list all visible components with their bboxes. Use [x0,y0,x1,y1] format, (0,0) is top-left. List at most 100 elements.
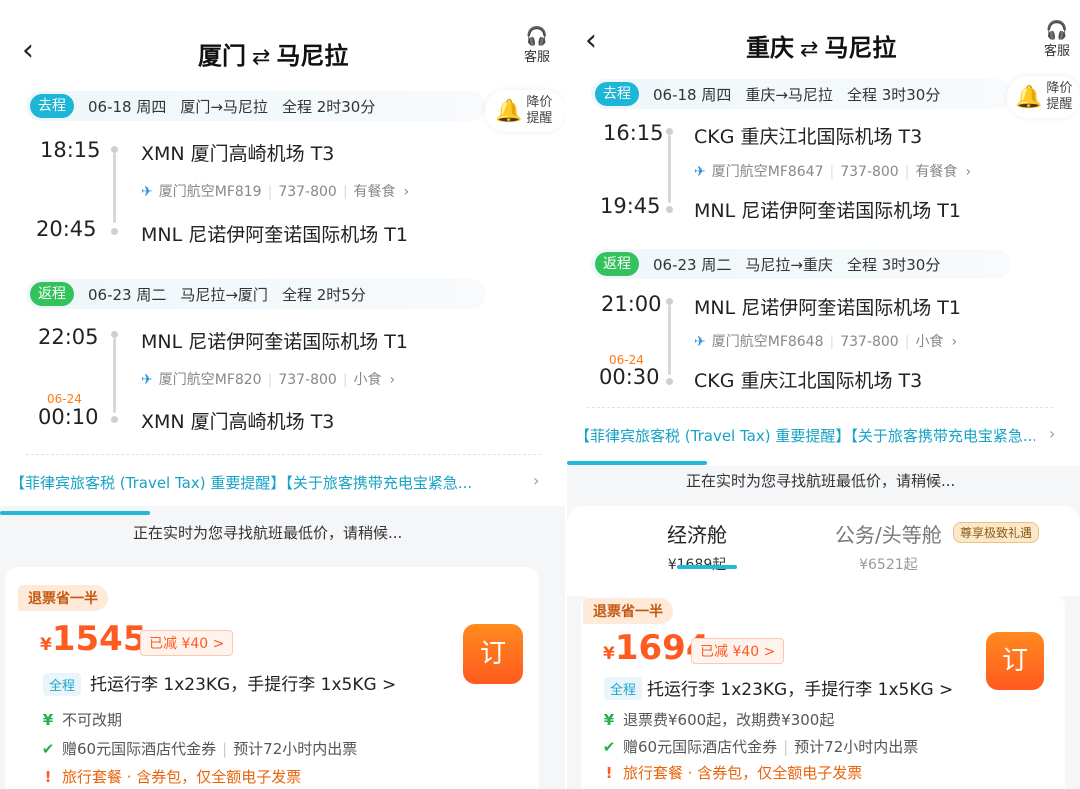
economy-price: ¥1689起 [667,554,727,574]
outbound-flight-info[interactable]: ✈ 厦门航空MF8647 | 737-800 | 有餐食 › [694,161,971,181]
return-arrival-airport: CKG 重庆江北国际机场 T3 [694,370,923,392]
outbound-arrival-time: 19:45 [600,194,661,218]
voucher-rule: ✔ 赠60元国际酒店代金券 | 预计72小时内出票 [602,738,919,756]
timeline-line [113,153,116,223]
back-icon[interactable]: ‹ [22,36,34,66]
price-alert-line1: 降价 [1046,81,1073,96]
return-segment-bar: 返程 06-23 周二 马尼拉→重庆 全程 3时30分 [591,249,1011,279]
flight-number: 厦门航空MF819 [158,184,262,200]
travel-tax-notice[interactable]: 【菲律宾旅客税 (Travel Tax) 重要提醒】【关于旅客携带充电宝紧急..… [10,472,520,493]
aircraft-type: 737-800 [278,184,337,200]
customer-service-button[interactable]: 🎧 客服 [1044,20,1070,60]
return-flight-info[interactable]: ✈ 厦门航空MF820 | 737-800 | 小食 › [141,369,395,389]
price-alert-button[interactable]: 🔔 降价 提醒 [485,90,565,132]
page-title: 重庆 ⇄ 马尼拉 [746,28,896,63]
return-arrival-time: 00:10 [38,405,99,429]
return-departure-airport: MNL 尼诺伊阿奎诺国际机场 T1 [694,297,961,319]
change-rule: ¥ 不可改期 [40,709,122,730]
price-alert-line2: 提醒 [1046,97,1073,112]
chevron-right-icon: › [951,334,958,350]
alert-icon: ! [44,768,52,786]
customer-service-button[interactable]: 🎧 客服 [524,28,551,66]
outbound-segment-bar: 去程 06-18 周四 厦门→马尼拉 全程 2时30分 [26,91,486,121]
timeline-dot [111,331,118,338]
airline-logo-icon: ✈ [694,334,706,350]
yen-icon: ¥ [42,711,54,729]
return-departure-airport: MNL 尼诺伊阿奎诺国际机场 T1 [141,331,408,353]
package-rule: ! 旅行套餐 · 含券包，仅全额电子发票 [40,766,302,787]
package-text: 旅行套餐 · 含券包，仅全额电子发票 [623,764,863,782]
discount-tag[interactable]: 已减 ¥40 > [140,630,234,656]
check-icon: ✔ [602,738,616,756]
yen-icon: ¥ [603,711,615,729]
meal-info: 有餐食 [353,184,396,200]
book-button[interactable]: 订 [463,624,523,684]
aircraft-type: 737-800 [840,164,899,180]
page-title: 厦门 ⇄ 马尼拉 [198,36,348,71]
book-button[interactable]: 订 [986,632,1044,690]
voucher-text: 赠60元国际酒店代金券 [623,738,778,756]
destination-city: 马尼拉 [824,34,897,62]
aircraft-type: 737-800 [278,372,337,388]
headset-icon: 🎧 [1045,20,1069,41]
chevron-right-icon[interactable]: › [1049,424,1055,443]
refund-rule-text: 退票费¥600起，改期费¥300起 [623,711,835,729]
outbound-arrival-airport: MNL 尼诺伊阿奎诺国际机场 T1 [141,224,408,246]
discount-tag[interactable]: 已减 ¥40 > [691,638,785,664]
back-icon[interactable]: ‹ [585,26,597,56]
tab-business-first[interactable]: 公务/头等舱 ¥6521起 [835,519,942,574]
outbound-route: 厦门→马尼拉 [180,97,268,116]
return-arrival-time: 00:30 [599,365,660,389]
refund-badge: 退票省一半 [18,585,108,611]
refund-rule: ¥ 退票费¥600起，改期费¥300起 [601,709,835,730]
search-progress-bar [0,511,150,515]
return-route: 马尼拉→重庆 [745,255,833,274]
baggage-info[interactable]: 托运行李 1x23KG，手提行李 1x5KG > [90,670,396,695]
return-departure-time: 22:05 [38,325,99,349]
price-alert-line1: 降价 [526,95,553,110]
flight-details-area [567,0,1080,466]
chevron-right-icon[interactable]: › [533,471,539,490]
divider [26,454,541,455]
timeline-line [668,135,671,203]
price-alert-button[interactable]: 🔔 降价 提醒 [1007,76,1080,118]
economy-label: 经济舱 [667,523,727,547]
destination-city: 马尼拉 [276,42,349,70]
travel-tax-notice[interactable]: 【菲律宾旅客税 (Travel Tax) 重要提醒】【关于旅客携带充电宝紧急..… [575,425,1035,446]
timeline-dot [666,378,673,385]
price-alert-line2: 提醒 [526,111,553,126]
change-rule-text: 不可改期 [62,711,123,729]
timeline-dot [111,416,118,423]
full-trip-tag: 全程 [43,673,82,696]
flight-number: 厦门航空MF820 [158,372,262,388]
outbound-route: 重庆→马尼拉 [745,85,833,104]
package-rule: ! 旅行套餐 · 含券包，仅全额电子发票 [601,762,863,783]
flight-number: 厦门航空MF8647 [711,164,824,180]
airline-logo-icon: ✈ [141,184,153,200]
full-trip-tag: 全程 [604,677,643,700]
timeline-dot [111,146,118,153]
cabin-tabs [567,506,1080,596]
bell-icon: 🔔 [495,98,523,124]
airline-logo-icon: ✈ [694,164,706,180]
next-day-date: 06-24 [47,392,82,406]
return-departure-time: 21:00 [601,292,662,316]
baggage-info[interactable]: 托运行李 1x23KG，手提行李 1x5KG > [647,675,953,700]
swap-icon[interactable]: ⇄ [252,45,270,70]
return-route: 马尼拉→厦门 [180,285,268,304]
bell-icon: 🔔 [1015,84,1043,110]
refund-badge: 退票省一半 [583,598,673,624]
outbound-flight-info[interactable]: ✈ 厦门航空MF819 | 737-800 | 有餐食 › [141,181,409,201]
outbound-arrival-airport: MNL 尼诺伊阿奎诺国际机场 T1 [694,200,961,222]
outbound-duration: 全程 3时30分 [846,85,941,104]
check-icon: ✔ [41,740,55,758]
outbound-departure-airport: CKG 重庆江北国际机场 T3 [694,126,923,148]
return-duration: 全程 2时5分 [281,285,366,304]
price-value: 1545 [51,619,147,659]
return-flight-info[interactable]: ✈ 厦门航空MF8648 | 737-800 | 小食 › [694,331,957,351]
outbound-segment-bar: 去程 06-18 周四 重庆→马尼拉 全程 3时30分 [591,79,1011,109]
swap-icon[interactable]: ⇄ [800,37,818,62]
timeline-line [113,338,116,413]
customer-service-label: 客服 [524,50,551,65]
searching-status: 正在实时为您寻找航班最低价，请稍候... [133,524,403,542]
